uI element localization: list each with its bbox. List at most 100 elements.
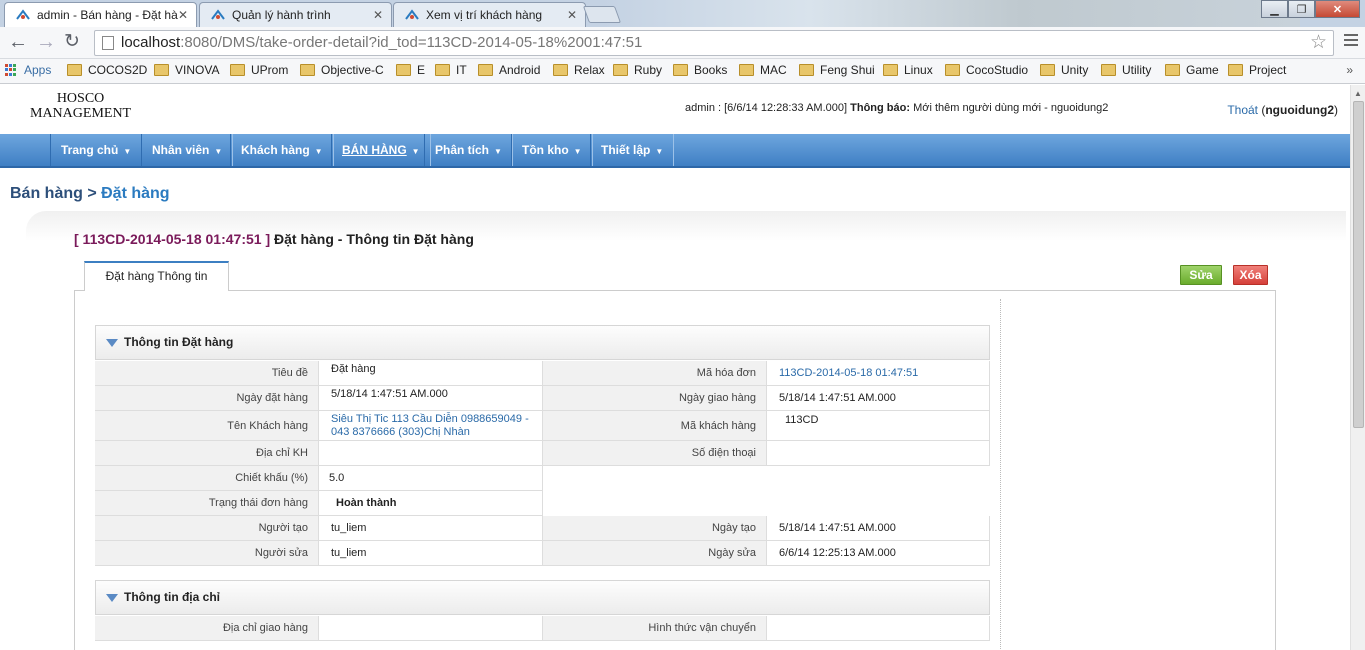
browser-toolbar: ← → ↻ localhost:8080/DMS/take-order-deta… [0,27,1365,59]
forward-arrow-icon[interactable]: → [36,32,56,52]
window-close-icon[interactable]: ✕ [1315,0,1360,18]
bookmark-label: Relax [574,63,605,77]
caret-down-icon: ▼ [214,147,223,156]
field-label: Chiết khấu (%) [95,466,319,491]
bookmark-folder[interactable]: Relax [553,63,605,77]
field-value-invoice-code[interactable]: 113CD-2014-05-18 01:47:51 [767,361,990,386]
bookmark-folder[interactable]: MAC [739,63,787,77]
bookmark-folder[interactable]: COCOS2D [67,63,147,77]
field-label: Hình thức vận chuyển [543,616,767,641]
app-logo: HOSCO MANAGEMENT [30,91,131,121]
nav-label: Thiết lập [601,143,651,157]
window-controls: ▁ ❐ ✕ [1261,0,1360,18]
delete-button[interactable]: Xóa [1233,265,1268,285]
bookmark-folder[interactable]: Game [1165,63,1219,77]
section-order-info[interactable]: Thông tin Đặt hàng [95,325,990,360]
folder-icon [67,64,82,76]
page-scrollbar[interactable]: ▲ [1350,85,1365,650]
bookmark-apps[interactable]: Apps [5,63,51,77]
field-label: Ngày sửa [543,541,767,566]
bookmark-folder[interactable]: Unity [1040,63,1088,77]
breadcrumb-parent[interactable]: Bán hàng [10,185,83,202]
bookmark-label: Apps [24,63,52,77]
browser-tab-1[interactable]: admin - Bán hàng - Đặt hà ✕ [4,2,197,27]
caret-down-icon: ▼ [314,147,323,156]
bookmark-star-icon[interactable]: ☆ [1310,31,1327,55]
folder-icon [478,64,493,76]
field-label: Ngày giao hàng [543,386,767,411]
folder-icon [435,64,450,76]
back-arrow-icon[interactable]: ← [8,32,28,52]
nav-thiet-lap[interactable]: Thiết lập ▼ [590,134,675,166]
maximize-icon[interactable]: ❐ [1288,0,1315,18]
bookmark-label: COCOS2D [88,63,148,77]
logout-area: Thoát (nguoidung2) [1227,103,1338,117]
field-value-created-by: tu_liem [319,516,543,541]
field-label: Tiêu đề [95,361,319,386]
folder-icon [230,64,245,76]
bookmark-label: E [417,63,426,77]
bookmark-label: Android [499,63,541,77]
nav-ban-hang[interactable]: BÁN HÀNG ▼ [331,134,431,166]
tab-close-icon[interactable]: ✕ [178,8,188,22]
tab-close-icon[interactable]: ✕ [373,8,383,22]
bookmark-folder[interactable]: VINOVA [154,63,219,77]
folder-icon [799,64,814,76]
bookmark-folder[interactable]: Android [478,63,540,77]
bookmark-folder[interactable]: UProm [230,63,288,77]
bookmark-folder[interactable]: E [396,63,425,77]
order-code: [ 113CD-2014-05-18 01:47:51 ] [74,231,271,247]
bookmarks-more-icon[interactable]: » [1346,63,1353,77]
bookmark-label: UProm [251,63,289,77]
field-label: Số điện thoại [543,441,767,466]
scroll-up-icon[interactable]: ▲ [1354,89,1362,98]
address-bar[interactable]: localhost:8080/DMS/take-order-detail?id_… [94,30,1334,56]
bookmark-folder[interactable]: Feng Shui [799,63,875,77]
field-value-customer-code: 113CD [767,411,990,441]
bookmark-folder[interactable]: Books [673,63,727,77]
nav-khach-hang[interactable]: Khách hàng ▼ [230,134,334,166]
logout-link[interactable]: Thoát [1227,103,1258,117]
tab-title: Xem vị trí khách hàng [426,8,543,22]
reload-icon[interactable]: ↻ [64,32,80,52]
bookmark-folder[interactable]: Objective-C [300,63,384,77]
bookmark-folder[interactable]: CocoStudio [945,63,1028,77]
bookmark-label: Books [694,63,728,77]
bookmark-folder[interactable]: IT [435,63,467,77]
browser-tab-3[interactable]: Xem vị trí khách hàng ✕ [393,2,586,27]
bookmark-label: Unity [1061,63,1089,77]
section-title: Thông tin Đặt hàng [124,335,234,349]
folder-icon [553,64,568,76]
new-tab-button[interactable] [582,6,622,23]
breadcrumb: Bán hàng > Đặt hàng [10,185,170,203]
bookmark-folder[interactable]: Utility [1101,63,1151,77]
breadcrumb-current: Đặt hàng [101,185,170,202]
logo-line-2: MANAGEMENT [30,106,132,121]
bookmark-label: Linux [904,63,933,77]
bookmark-folder[interactable]: Project [1228,63,1286,77]
minimize-icon[interactable]: ▁ [1261,0,1288,18]
tab-close-icon[interactable]: ✕ [567,8,577,22]
edit-button[interactable]: Sửa [1180,265,1222,285]
field-label: Mã hóa đơn [543,361,767,386]
field-label: Tên Khách hàng [95,411,319,441]
logged-user: nguoidung2 [1265,103,1334,117]
browser-menu-icon[interactable] [1344,34,1358,49]
nav-trang-chu[interactable]: Trang chủ ▼ [50,134,143,166]
tab-order-info[interactable]: Đặt hàng Thông tin [84,261,229,291]
notice-label: Thông báo: [850,102,910,114]
nav-ton-kho[interactable]: Tồn kho ▼ [511,134,593,166]
nav-nhan-vien[interactable]: Nhân viên ▼ [141,134,234,166]
section-address-info[interactable]: Thông tin địa chỉ [95,580,990,615]
bookmark-label: Project [1249,63,1287,77]
bookmark-folder[interactable]: Linux [883,63,933,77]
field-value-discount: 5.0 [319,466,543,491]
bookmark-label: CocoStudio [966,63,1029,77]
nav-phan-tich[interactable]: Phân tích ▼ [424,134,513,166]
browser-tab-2[interactable]: Quản lý hành trình ✕ [199,2,392,27]
bookmark-folder[interactable]: Ruby [613,63,662,77]
scrollbar-thumb[interactable] [1353,101,1364,428]
field-value-customer-name[interactable]: Siêu Thị Tic 113 Cầu Diễn 0988659049 - 0… [319,411,543,441]
bookmark-label: Feng Shui [820,63,875,77]
bookmark-label: Objective-C [321,63,384,77]
